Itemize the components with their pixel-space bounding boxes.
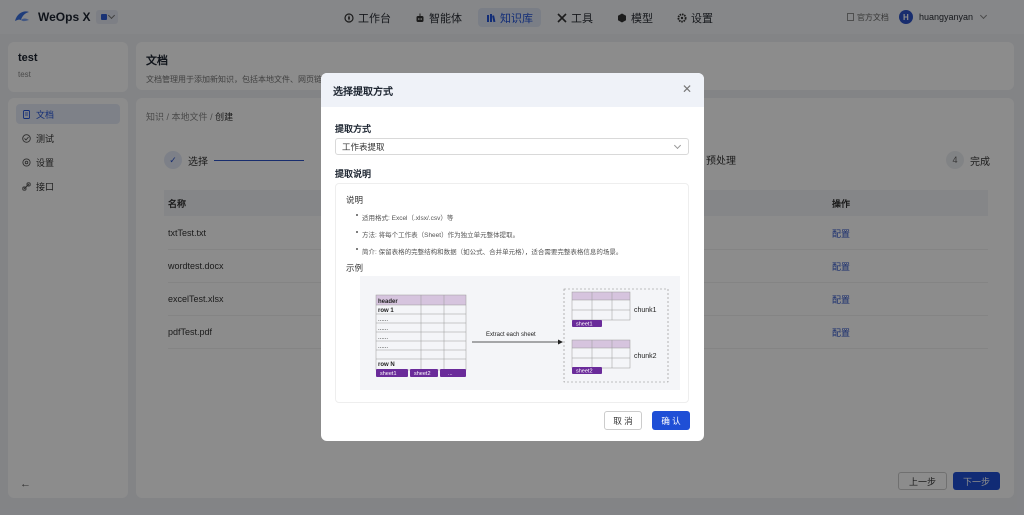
example-label: 示例 xyxy=(346,263,364,273)
chunk-label: chunk1 xyxy=(634,307,657,314)
sheet-tab-label: ... xyxy=(448,371,453,377)
description-label: 提取说明 xyxy=(335,169,372,179)
chunk-label: chunk2 xyxy=(634,353,657,360)
chevron-down-icon xyxy=(673,141,682,150)
arrow-head-icon xyxy=(558,339,563,345)
chunk-2-table: sheet2 chunk2 xyxy=(571,339,657,375)
ellipsis-cell: ...... xyxy=(378,326,388,332)
source-sheet-table: header row 1 ...... ...... ...... ......… xyxy=(375,294,467,377)
sheet-tab-label: sheet2 xyxy=(414,371,431,377)
dialog-header: 选择提取方式 ✕ xyxy=(321,73,704,107)
sheet-tab xyxy=(440,369,466,377)
example-diagram: header row 1 ...... ...... ...... ......… xyxy=(360,276,680,390)
list-item: 方法: 将每个工作表（Sheet）作为独立单元整体提取。 xyxy=(356,229,678,239)
row-n-cell: row N xyxy=(378,362,395,368)
header-cell: header xyxy=(378,299,398,305)
list-item: 简介: 保留表格的完整结构和数据（如公式、合并单元格），适合需要完整表格信息的场… xyxy=(356,246,678,256)
extraction-method-dialog: 选择提取方式 ✕ 提取方式 工作表提取 提取说明 说明 适用格式: Excel（… xyxy=(321,73,704,441)
method-select[interactable]: 工作表提取 xyxy=(335,138,689,155)
cancel-button[interactable]: 取 消 xyxy=(604,411,642,430)
list-item: 适用格式: Excel（.xlsx/.csv）等 xyxy=(356,212,678,222)
sheet-tab-label: sheet1 xyxy=(576,322,593,328)
ellipsis-cell: ...... xyxy=(378,344,388,350)
confirm-button[interactable]: 确 认 xyxy=(652,411,690,430)
description-panel: 说明 适用格式: Excel（.xlsx/.csv）等 方法: 将每个工作表（S… xyxy=(335,183,689,403)
description-list: 适用格式: Excel（.xlsx/.csv）等 方法: 将每个工作表（Shee… xyxy=(356,212,678,256)
description-title: 说明 xyxy=(346,195,364,205)
dialog-footer: 取 消 确 认 xyxy=(604,411,690,430)
method-label: 提取方式 xyxy=(335,124,372,134)
close-icon[interactable]: ✕ xyxy=(682,83,692,95)
chunk-1-table: sheet1 chunk1 xyxy=(571,291,657,328)
method-select-value: 工作表提取 xyxy=(342,141,385,152)
dialog-title: 选择提取方式 xyxy=(333,86,393,98)
sheet-extraction-diagram: header row 1 ...... ...... ...... ......… xyxy=(375,288,669,383)
sheet-tab-label: sheet2 xyxy=(576,369,593,375)
sheet-tab-label: sheet1 xyxy=(380,371,397,377)
row-1-cell: row 1 xyxy=(378,308,394,314)
ellipsis-cell: ...... xyxy=(378,335,388,341)
ellipsis-cell: ...... xyxy=(378,317,388,323)
arrow-label: Extract each sheet xyxy=(486,332,536,338)
